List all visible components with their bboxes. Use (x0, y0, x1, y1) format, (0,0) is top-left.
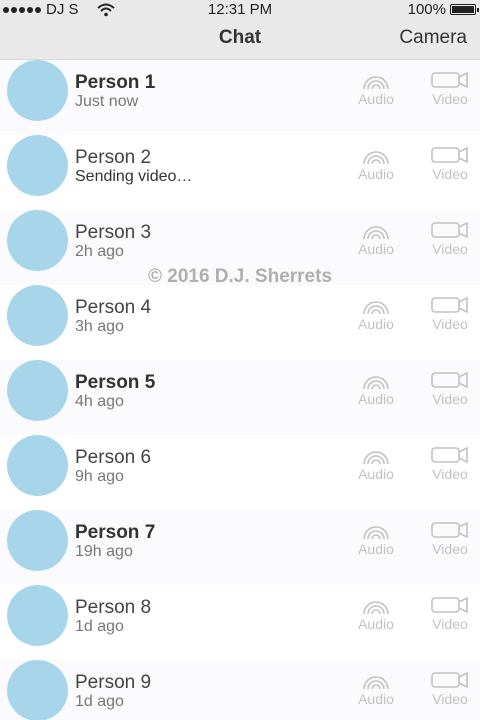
avatar[interactable] (7, 660, 68, 720)
contact-name: Person 1 (75, 72, 156, 93)
contact-status: 4h ago (75, 393, 124, 410)
audio-button[interactable]: Audio (351, 370, 401, 407)
contact-name: Person 5 (75, 372, 156, 393)
audio-icon (363, 376, 389, 390)
video-button[interactable]: Video (425, 220, 475, 257)
audio-icon (363, 301, 389, 315)
status-right: 100% (407, 1, 479, 18)
video-icon (431, 221, 468, 239)
audio-icon (363, 151, 389, 165)
contact-status: 19h ago (75, 543, 133, 560)
video-button[interactable]: Video (425, 70, 475, 107)
avatar[interactable] (7, 210, 68, 271)
avatar[interactable] (7, 135, 68, 196)
avatar[interactable] (7, 60, 68, 121)
video-icon (431, 671, 468, 689)
chat-list: Person 1 Just now Audio Video Person 2 Sendin… (0, 60, 480, 720)
avatar[interactable] (7, 510, 68, 571)
video-label: Video (432, 541, 468, 557)
chat-row[interactable]: Person 8 1d ago Audio Video (0, 585, 480, 660)
video-icon (431, 371, 468, 389)
contact-name: Person 2 (75, 147, 152, 168)
video-icon (431, 596, 468, 614)
contact-status: Sending video… (75, 168, 193, 185)
audio-icon (363, 76, 389, 90)
chat-row[interactable]: Person 9 1d ago Audio Video (0, 660, 480, 720)
battery-percent: 100% (407, 1, 446, 18)
video-label: Video (432, 241, 468, 257)
audio-label: Audio (358, 241, 394, 257)
contact-name: Person 4 (75, 297, 152, 318)
audio-button[interactable]: Audio (351, 445, 401, 482)
video-label: Video (432, 616, 468, 632)
contact-name: Person 6 (75, 447, 152, 468)
audio-button[interactable]: Audio (351, 220, 401, 257)
video-button[interactable]: Video (425, 370, 475, 407)
contact-status: 2h ago (75, 243, 124, 260)
audio-label: Audio (358, 466, 394, 482)
audio-label: Audio (358, 91, 394, 107)
video-icon (431, 446, 468, 464)
avatar[interactable] (7, 285, 68, 346)
video-button[interactable]: Video (425, 595, 475, 632)
contact-status: 9h ago (75, 468, 124, 485)
video-label: Video (432, 466, 468, 482)
video-label: Video (432, 391, 468, 407)
audio-button[interactable]: Audio (351, 595, 401, 632)
battery-fill (452, 6, 474, 13)
audio-button[interactable]: Audio (351, 520, 401, 557)
video-icon (431, 296, 468, 314)
audio-label: Audio (358, 166, 394, 182)
video-button[interactable]: Video (425, 145, 475, 182)
audio-label: Audio (358, 391, 394, 407)
video-button[interactable]: Video (425, 670, 475, 707)
nav-bar: Chat Camera (0, 20, 480, 60)
audio-icon (363, 526, 389, 540)
audio-button[interactable]: Audio (351, 670, 401, 707)
audio-label: Audio (358, 316, 394, 332)
contact-status: 3h ago (75, 318, 124, 335)
avatar[interactable] (7, 360, 68, 421)
video-button[interactable]: Video (425, 295, 475, 332)
audio-label: Audio (358, 541, 394, 557)
battery-icon (450, 4, 479, 15)
audio-button[interactable]: Audio (351, 295, 401, 332)
avatar[interactable] (7, 585, 68, 646)
audio-icon (363, 676, 389, 690)
status-bar: DJ S 12:31 PM 100% (0, 0, 480, 20)
contact-name: Person 7 (75, 522, 156, 543)
chat-row[interactable]: Person 3 2h ago Audio Video (0, 210, 480, 285)
chat-row[interactable]: Person 5 4h ago Audio Video (0, 360, 480, 435)
video-label: Video (432, 316, 468, 332)
chat-row[interactable]: Person 4 3h ago Audio Video (0, 285, 480, 360)
chat-row[interactable]: Person 6 9h ago Audio Video (0, 435, 480, 510)
video-label: Video (432, 691, 468, 707)
audio-label: Audio (358, 691, 394, 707)
video-icon (431, 521, 468, 539)
contact-status: Just now (75, 93, 139, 110)
contact-name: Person 9 (75, 672, 152, 693)
audio-icon (363, 451, 389, 465)
video-icon (431, 71, 468, 89)
video-label: Video (432, 91, 468, 107)
contact-name: Person 8 (75, 597, 152, 618)
chat-row[interactable]: Person 7 19h ago Audio Video (0, 510, 480, 585)
video-label: Video (432, 166, 468, 182)
contact-status: 1d ago (75, 618, 124, 635)
avatar[interactable] (7, 435, 68, 496)
audio-label: Audio (358, 616, 394, 632)
audio-button[interactable]: Audio (351, 70, 401, 107)
audio-icon (363, 601, 389, 615)
video-icon (431, 146, 468, 164)
audio-icon (363, 226, 389, 240)
contact-status: 1d ago (75, 693, 124, 710)
chat-row[interactable]: Person 2 Sending video… Audio Video (0, 135, 480, 210)
contact-name: Person 3 (75, 222, 152, 243)
video-button[interactable]: Video (425, 445, 475, 482)
chat-row[interactable]: Person 1 Just now Audio Video (0, 60, 480, 135)
camera-button[interactable]: Camera (399, 27, 467, 49)
video-button[interactable]: Video (425, 520, 475, 557)
chat-screen: DJ S 12:31 PM 100% Chat Camera Person 1J… (0, 0, 480, 720)
audio-button[interactable]: Audio (351, 145, 401, 182)
